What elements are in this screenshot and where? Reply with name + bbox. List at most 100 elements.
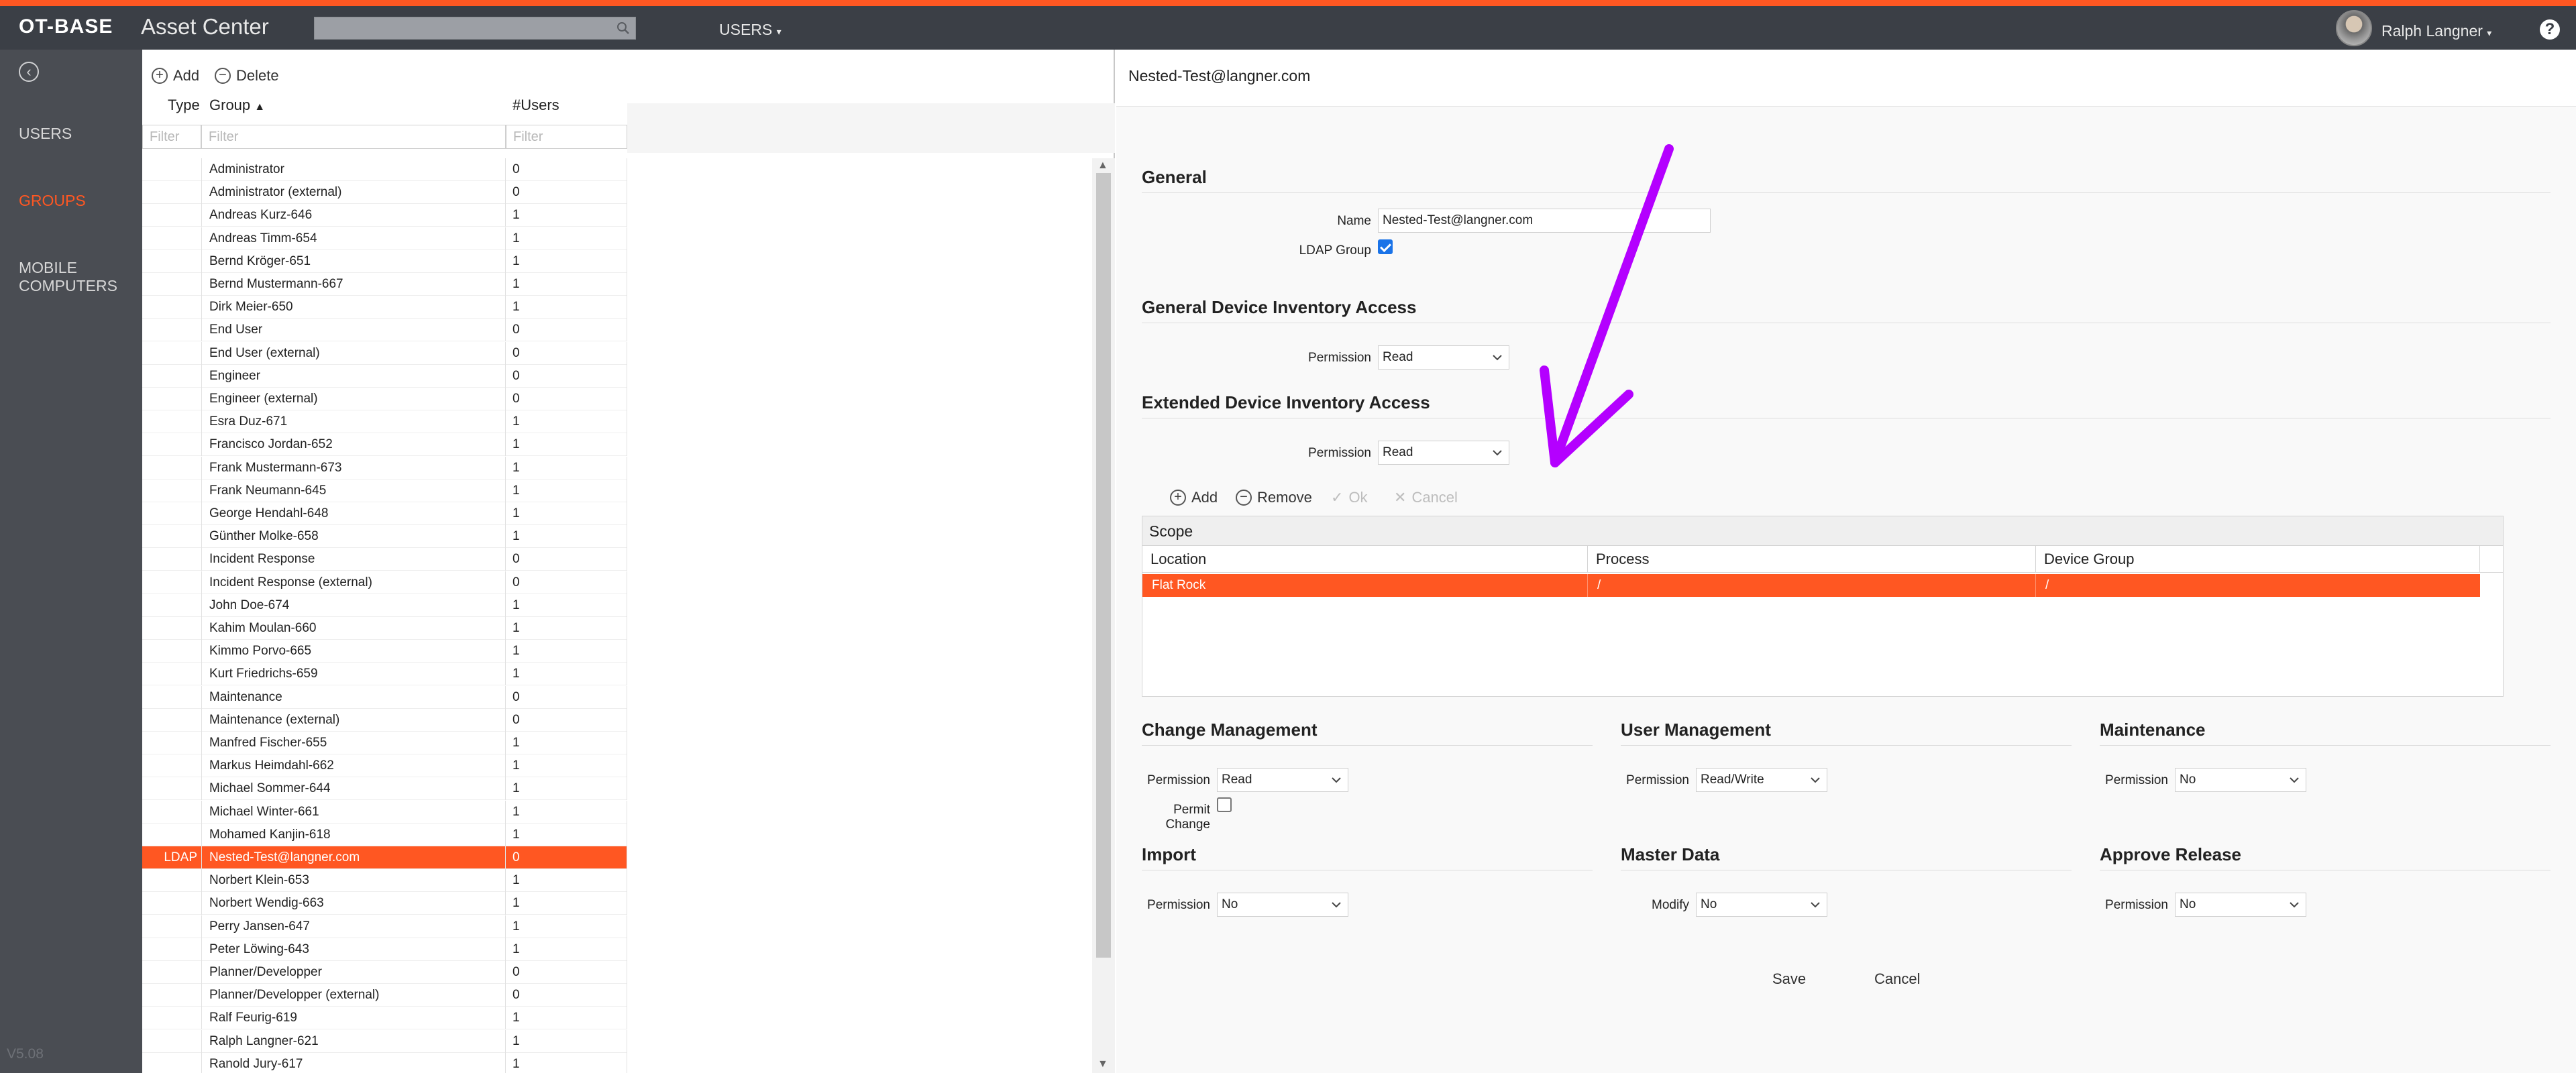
permit-change-checkbox[interactable] (1217, 797, 1232, 812)
column-header-users[interactable]: #Users (513, 94, 559, 117)
maintenance-permission-select[interactable]: No (2175, 768, 2306, 792)
table-row[interactable]: Planner/Developper 0 (142, 961, 627, 984)
cell-divider (505, 158, 506, 181)
table-row[interactable]: Kimmo Porvo-665 1 (142, 640, 627, 663)
table-row[interactable]: Maintenance 0 (142, 685, 627, 709)
group-list-scrollbar[interactable]: ▲ ▼ (1092, 158, 1115, 1073)
table-row[interactable]: Administrator 0 (142, 158, 627, 181)
table-row[interactable]: Norbert Wendig-663 1 (142, 892, 627, 915)
table-row[interactable]: Ranold Jury-617 1 (142, 1052, 627, 1073)
table-row[interactable]: Günther Molke-658 1 (142, 525, 627, 549)
table-row[interactable]: Administrator (external) 0 (142, 181, 627, 205)
delete-group-button[interactable]: − Delete (215, 67, 279, 84)
group-filter-input[interactable] (201, 125, 506, 149)
add-group-button[interactable]: + Add (152, 67, 199, 84)
extended-inventory-permission-select[interactable]: Read (1378, 441, 1509, 465)
table-row[interactable]: Kurt Friedrichs-659 1 (142, 663, 627, 686)
table-row[interactable]: George Hendahl-648 1 (142, 502, 627, 525)
column-header-location[interactable]: Location (1142, 546, 1588, 573)
table-row[interactable]: Kahim Moulan-660 1 (142, 617, 627, 640)
help-icon[interactable]: ? (2540, 19, 2560, 40)
users-cell: 1 (513, 758, 520, 773)
cancel-scope-button[interactable]: ✕ Cancel (1394, 489, 1458, 506)
table-row[interactable]: Michael Sommer-644 1 (142, 777, 627, 801)
scope-table-row[interactable]: Flat Rock / / (1142, 574, 2480, 597)
change-management-permission-select[interactable]: Read (1217, 768, 1348, 792)
table-row[interactable]: Incident Response (external) 0 (142, 571, 627, 594)
table-row[interactable]: Ralph Langner-621 1 (142, 1029, 627, 1053)
users-menu[interactable]: USERS ▾ (719, 21, 782, 39)
type-cell (142, 548, 201, 571)
cell-divider (201, 594, 202, 617)
table-row[interactable]: Incident Response 0 (142, 548, 627, 571)
cell-divider (201, 525, 202, 549)
cell-divider (201, 341, 202, 365)
type-cell (142, 663, 201, 685)
sidebar-item-mobile-computers[interactable]: MOBILE COMPUTERS (19, 259, 117, 295)
import-permission-select[interactable]: No (1217, 893, 1348, 917)
add-scope-button[interactable]: + Add (1170, 489, 1218, 506)
table-row[interactable]: Engineer 0 (142, 364, 627, 388)
table-row[interactable]: Planner/Developper (external) 0 (142, 984, 627, 1007)
table-row[interactable]: Maintenance (external) 0 (142, 708, 627, 732)
save-button[interactable]: Save (1772, 970, 1806, 988)
ok-scope-button[interactable]: ✓ Ok (1331, 489, 1368, 506)
cell-divider (201, 708, 202, 732)
column-header-group[interactable]: Group ▲ (209, 94, 265, 117)
column-header-device-group[interactable]: Device Group (2036, 546, 2480, 573)
scroll-down-icon[interactable]: ▼ (1097, 1058, 1108, 1070)
table-row-selected[interactable]: LDAP Nested-Test@langner.com 0 (142, 846, 627, 869)
table-row[interactable]: Perry Jansen-647 1 (142, 915, 627, 938)
table-row[interactable]: Andreas Timm-654 1 (142, 227, 627, 250)
table-row[interactable]: Bernd Kröger-651 1 (142, 249, 627, 273)
user-menu[interactable]: Ralph Langner ▾ (2381, 22, 2491, 40)
approve-release-permission-select[interactable]: No (2175, 893, 2306, 917)
sidebar-item-groups[interactable]: GROUPS (19, 192, 86, 210)
general-inventory-permission-select[interactable]: Read (1378, 345, 1509, 370)
cancel-button[interactable]: Cancel (1874, 970, 1920, 988)
divider (2100, 745, 2551, 746)
table-row[interactable]: Engineer (external) 0 (142, 388, 627, 410)
table-row[interactable]: Frank Neumann-645 1 (142, 479, 627, 502)
table-row[interactable]: John Doe-674 1 (142, 594, 627, 617)
table-row[interactable]: Andreas Kurz-646 1 (142, 204, 627, 227)
table-row[interactable]: Peter Löwing-643 1 (142, 938, 627, 961)
cell-divider (505, 754, 506, 778)
table-row[interactable]: Norbert Klein-653 1 (142, 869, 627, 893)
global-search-input[interactable] (314, 17, 636, 40)
table-row[interactable]: Esra Duz-671 1 (142, 410, 627, 434)
back-icon[interactable]: ‹ (19, 62, 39, 82)
avatar[interactable] (2336, 10, 2372, 46)
cell-divider (505, 777, 506, 801)
table-row[interactable]: Ralf Feurig-619 1 (142, 1007, 627, 1030)
scroll-up-icon[interactable]: ▲ (1097, 160, 1108, 172)
table-row[interactable]: Markus Heimdahl-662 1 (142, 754, 627, 778)
scrollbar-thumb[interactable] (1096, 173, 1111, 958)
table-row[interactable]: Dirk Meier-650 1 (142, 296, 627, 319)
users-filter-input[interactable] (506, 125, 627, 149)
cell-divider (201, 249, 202, 273)
ldap-group-checkbox[interactable] (1378, 239, 1393, 254)
table-row[interactable]: Michael Winter-661 1 (142, 800, 627, 824)
table-row[interactable]: Mohamed Kanjin-618 1 (142, 823, 627, 846)
table-row[interactable]: Frank Mustermann-673 1 (142, 456, 627, 479)
remove-scope-button[interactable]: − Remove (1236, 489, 1312, 506)
sidebar-item-users[interactable]: USERS (19, 125, 72, 143)
users-cell: 1 (513, 277, 520, 291)
table-row[interactable]: End User 0 (142, 319, 627, 342)
cell-divider (505, 938, 506, 961)
type-filter-input[interactable] (142, 125, 201, 149)
column-header-process[interactable]: Process (1588, 546, 2036, 573)
table-row[interactable]: End User (external) 0 (142, 341, 627, 365)
name-input[interactable] (1378, 209, 1711, 233)
table-row[interactable]: Francisco Jordan-652 1 (142, 433, 627, 457)
sort-ascending-icon: ▲ (254, 101, 266, 113)
table-row[interactable]: Manfred Fischer-655 1 (142, 732, 627, 754)
cell-divider (201, 754, 202, 778)
column-header-type[interactable]: Type (168, 94, 200, 117)
divider (1142, 745, 1593, 746)
table-row[interactable]: Bernd Mustermann-667 1 (142, 273, 627, 296)
master-data-modify-select[interactable]: No (1696, 893, 1827, 917)
user-management-permission-select[interactable]: Read/Write (1696, 768, 1827, 792)
type-cell (142, 158, 201, 181)
